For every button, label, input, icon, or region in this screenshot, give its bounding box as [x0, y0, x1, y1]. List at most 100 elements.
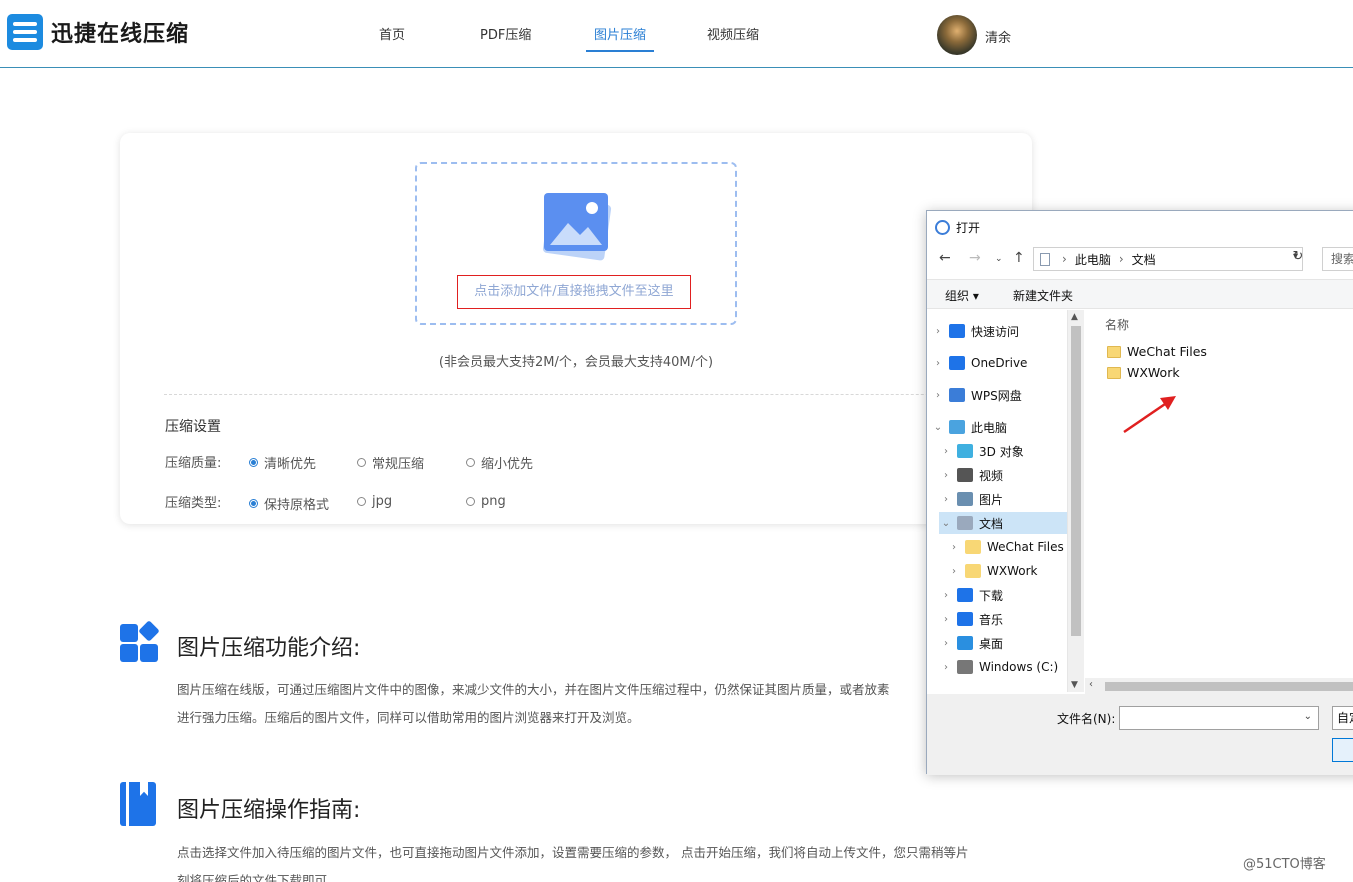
brand-logo[interactable]: 迅捷在线压缩	[7, 14, 189, 50]
tree-item-label: 3D 对象	[979, 444, 1024, 459]
tree-item[interactable]: › OneDrive	[931, 352, 1027, 374]
radio-icon	[357, 458, 366, 467]
organize-button[interactable]: 组织 ▾	[945, 287, 979, 304]
nav-pdf-compress[interactable]: PDF压缩	[480, 24, 531, 43]
tree-item-label: 此电脑	[971, 420, 1008, 435]
radio-icon	[357, 497, 366, 506]
features-icon	[120, 620, 162, 664]
file-dropzone[interactable]: 点击添加文件/直接拖拽文件至这里	[415, 162, 737, 325]
path-segment-this-pc[interactable]: 此电脑	[1075, 251, 1111, 268]
tree-item[interactable]: › 图片	[939, 488, 1003, 510]
file-list-pane: 名称 WeChat Files WXWork	[1085, 310, 1353, 680]
file-open-dialog: 打开 ← → ⌄ ↑ › 此电脑 › 文档 ▾ ↻ 搜索 组织 ▾ 新建文件夹 …	[926, 210, 1353, 775]
chevron-right-icon[interactable]: ›	[931, 390, 945, 401]
forward-arrow-icon[interactable]: →	[969, 250, 981, 266]
guide-line-1: 点击选择文件加入待压缩的图片文件，也可直接拖动图片文件添加，设置需要压缩的参数，…	[177, 845, 969, 860]
nav-active-indicator	[586, 50, 654, 52]
cloud-icon	[949, 356, 965, 370]
divider	[164, 394, 1014, 395]
tree-item[interactable]: ⌄ 文档	[939, 512, 1067, 534]
address-row: ← → ⌄ ↑ › 此电脑 › 文档 ▾ ↻	[927, 245, 1353, 273]
tree-item[interactable]: › 快速访问	[931, 320, 1019, 342]
intro-line-2: 进行强力压缩。压缩后的图片文件，同样可以借助常用的图片浏览器来打开及浏览。	[177, 710, 640, 725]
chevron-right-icon[interactable]: ›	[931, 358, 945, 369]
guide-book-icon	[120, 782, 156, 826]
tree-scrollbar[interactable]: ▲ ▼	[1067, 310, 1084, 692]
path-segment-documents[interactable]: 文档	[1132, 251, 1156, 268]
scroll-down-icon[interactable]: ▼	[1071, 680, 1078, 690]
tree-item-label: WXWork	[987, 564, 1038, 578]
document-icon	[957, 516, 973, 530]
address-bar[interactable]: › 此电脑 › 文档 ▾	[1033, 247, 1303, 271]
tree-item[interactable]: › 音乐	[939, 608, 1003, 630]
logo-icon	[7, 14, 43, 50]
size-limit-note: (非会员最大支持2M/个，会员最大支持40M/个)	[438, 355, 714, 370]
quality-option-clear[interactable]: 清晰优先	[249, 453, 316, 472]
chevron-right-icon[interactable]: ›	[947, 542, 961, 553]
nav-image-compress[interactable]: 图片压缩	[594, 24, 646, 43]
chevron-right-icon[interactable]: ›	[939, 662, 953, 673]
up-arrow-icon[interactable]: ↑	[1013, 250, 1025, 266]
quality-option-normal[interactable]: 常规压缩	[357, 453, 424, 472]
scroll-up-icon[interactable]: ▲	[1071, 312, 1078, 322]
type-option-jpg[interactable]: jpg	[357, 494, 392, 509]
user-name[interactable]: 清余	[985, 27, 1011, 46]
tree-item-label: 文档	[979, 516, 1004, 531]
chevron-right-icon[interactable]: ›	[939, 614, 953, 625]
tree-item[interactable]: ⌄ 此电脑	[931, 416, 1007, 438]
tree-item[interactable]: › Windows (C:)	[939, 656, 1058, 678]
computer-icon	[949, 420, 965, 434]
type-option-png[interactable]: png	[466, 494, 506, 509]
type-option-original[interactable]: 保持原格式	[249, 494, 329, 513]
search-input[interactable]: 搜索	[1322, 247, 1353, 271]
chevron-right-icon[interactable]: ›	[947, 566, 961, 577]
chevron-down-icon[interactable]: ⌄	[931, 422, 945, 433]
drop-hint-box[interactable]: 点击添加文件/直接拖拽文件至这里	[457, 275, 691, 309]
dialog-footer: 文件名(N): ⌄ 自定	[927, 694, 1353, 775]
music-icon	[957, 612, 973, 626]
chevron-right-icon[interactable]: ›	[939, 590, 953, 601]
refresh-icon[interactable]: ↻	[1289, 249, 1307, 267]
tree-item[interactable]: › 桌面	[939, 632, 1003, 654]
file-item[interactable]: WeChat Files	[1107, 344, 1207, 359]
back-arrow-icon[interactable]: ←	[939, 250, 951, 266]
tree-item-label: 音乐	[979, 612, 1004, 627]
chevron-right-icon[interactable]: ›	[939, 494, 953, 505]
filename-label: 文件名(N):	[1057, 712, 1116, 726]
chevron-right-icon[interactable]: ›	[931, 326, 945, 337]
tree-item-label: 快速访问	[971, 324, 1020, 339]
tree-item[interactable]: › WPS网盘	[931, 384, 1022, 406]
new-folder-button[interactable]: 新建文件夹	[1013, 287, 1073, 304]
chevron-down-icon[interactable]: ⌄	[1304, 711, 1312, 722]
settings-title: 压缩设置	[165, 419, 221, 435]
file-item[interactable]: WXWork	[1107, 365, 1180, 380]
scrollbar-thumb[interactable]	[1105, 682, 1353, 691]
open-button[interactable]	[1332, 738, 1353, 762]
file-type-filter[interactable]: 自定	[1332, 706, 1353, 730]
scrollbar-thumb[interactable]	[1071, 326, 1081, 636]
tree-item[interactable]: › 视频	[939, 464, 1003, 486]
filename-input[interactable]: ⌄	[1119, 706, 1319, 730]
chevron-right-icon[interactable]: ›	[939, 470, 953, 481]
scroll-left-icon[interactable]: ‹	[1089, 679, 1093, 690]
tree-item[interactable]: › WXWork	[947, 560, 1037, 582]
nav-video-compress[interactable]: 视频压缩	[707, 24, 759, 43]
column-header-name[interactable]: 名称	[1105, 316, 1129, 333]
tree-item[interactable]: › 3D 对象	[939, 440, 1024, 462]
nav-home[interactable]: 首页	[379, 24, 405, 43]
chevron-down-icon[interactable]: ⌄	[939, 518, 953, 529]
intro-line-1: 图片压缩在线版，可通过压缩图片文件中的图像，来减少文件的大小，并在图片文件压缩过…	[177, 682, 890, 697]
cube-icon	[957, 444, 973, 458]
image-upload-icon	[542, 193, 612, 261]
tree-item-label: 视频	[979, 468, 1004, 483]
tree-item[interactable]: › WeChat Files	[947, 536, 1064, 558]
file-list-hscrollbar[interactable]: ‹	[1085, 678, 1353, 694]
tree-item[interactable]: › 下载	[939, 584, 1003, 606]
avatar[interactable]	[937, 15, 977, 55]
recent-dropdown-icon[interactable]: ⌄	[995, 254, 1003, 264]
navigation-tree: › 快速访问 › OneDrive › WPS网盘 ⌄ 此电脑 › 3D 对象 › 视频 › 图片 ⌄ 文档 ›…	[927, 310, 1085, 692]
dialog-title: 打开	[956, 221, 981, 235]
chevron-right-icon[interactable]: ›	[939, 638, 953, 649]
chevron-right-icon[interactable]: ›	[939, 446, 953, 457]
quality-option-small[interactable]: 缩小优先	[466, 453, 533, 472]
